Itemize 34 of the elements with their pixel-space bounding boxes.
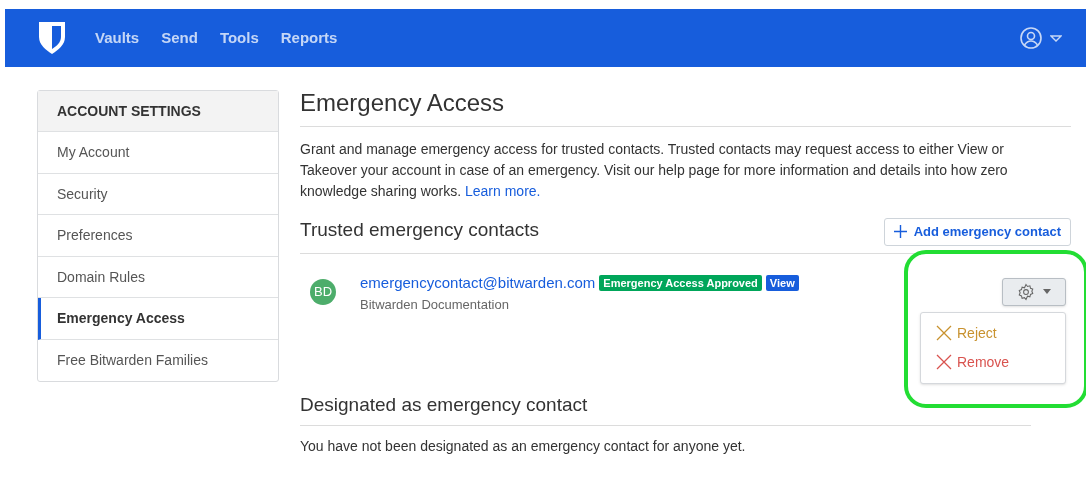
sidebar-item[interactable]: Free Bitwarden Families	[38, 339, 278, 381]
close-icon	[936, 325, 952, 341]
nav-link[interactable]: Send	[161, 26, 198, 50]
sidebar-item[interactable]: Domain Rules	[38, 256, 278, 298]
shield-logo-icon[interactable]	[38, 21, 66, 55]
sidebar-item[interactable]: My Account	[38, 132, 278, 174]
caret-icon	[1043, 289, 1051, 294]
sidebar-item[interactable]: Preferences	[38, 215, 278, 257]
description-text: Grant and manage emergency access for trusted contacts. Trusted contacts may request access to either View or Takeover your account in case of an emergency. Visit our help page for more information and details into how zero knowledge sharing works. Learn more.	[300, 140, 1009, 201]
account-menu-button[interactable]	[1020, 27, 1062, 49]
menu-item[interactable]: Remove	[921, 347, 1065, 377]
avatar: BD	[310, 278, 336, 305]
section-title: Designated as emergency contact	[300, 392, 589, 417]
sidebar-item[interactable]: Security	[38, 173, 278, 215]
sidebar-title: ACCOUNT SETTINGS	[57, 101, 201, 121]
contact-name: Bitwarden Documentation	[360, 296, 510, 314]
learn-more-link[interactable]: Learn more.	[465, 183, 541, 199]
user-icon	[1020, 27, 1042, 49]
nav-link[interactable]: Reports	[280, 26, 338, 50]
plus-icon	[893, 225, 907, 238]
settings-icon	[1017, 282, 1035, 301]
close-icon	[936, 354, 952, 370]
add-contact-button[interactable]: Add emergency contact	[883, 217, 1071, 246]
nav-link[interactable]: Vaults	[95, 26, 140, 50]
sidebar-item[interactable]: Emergency Access	[38, 298, 278, 340]
page-title: Emergency Access	[300, 88, 506, 118]
status-badge: View	[765, 274, 799, 291]
contact-email-link[interactable]: emergencycontact@bitwarden.com	[360, 271, 596, 294]
status-badge: Emergency Access Approved	[599, 274, 762, 291]
caret-icon	[1050, 34, 1062, 42]
empty-state-text: You have not been designated as an emergency contact for anyone yet.	[300, 437, 747, 456]
section-title: Trusted emergency contacts	[300, 218, 539, 242]
settings-menu-button[interactable]	[1002, 277, 1066, 306]
nav-link[interactable]: Tools	[219, 26, 259, 50]
